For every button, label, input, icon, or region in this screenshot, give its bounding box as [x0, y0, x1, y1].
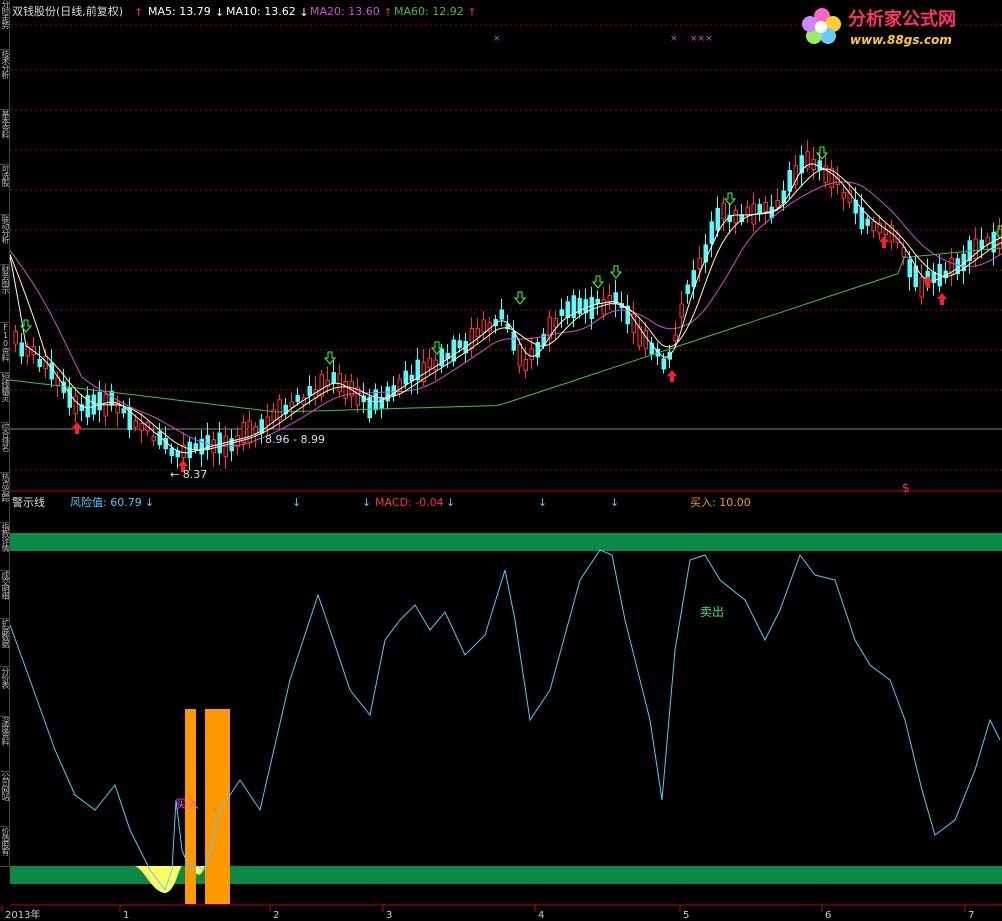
arrow-down-icon: ↓ [362, 496, 371, 509]
arrow-icon: ↓ [299, 6, 308, 19]
side-tab[interactable]: 技术分析 [0, 50, 10, 110]
side-tab[interactable]: 扩展数据 [0, 619, 10, 667]
arrow-up-icon [72, 422, 82, 434]
arrow-up-icon [667, 370, 677, 382]
signal-title: 警示线 [12, 495, 45, 509]
side-tab[interactable]: 深度资料 [0, 717, 10, 772]
logo-url: www.88gs.com [850, 33, 952, 47]
side-tab[interactable]: 基本资料 [0, 110, 10, 165]
date-axis: 2013年 1 2 3 4 5 6 7 [1, 905, 974, 921]
date-tick: 4 [538, 910, 544, 921]
side-tab[interactable]: F10资料 [0, 323, 10, 373]
date-tick: 3 [386, 910, 392, 921]
side-tab[interactable]: 成交明细 [0, 571, 10, 619]
date-tick: 1 [123, 910, 129, 921]
ma60-line [9, 247, 1001, 413]
ma20-line [9, 181, 1002, 447]
x-mark: × [493, 34, 501, 44]
arrow-down-icon: ↓ [292, 496, 301, 509]
arrow-down-icon: ↓ [610, 496, 619, 509]
signal-arrows: ↓ ↓ ↓ ↓ ↓ [292, 496, 619, 509]
side-tab[interactable]: 价值股有 [0, 827, 10, 867]
indicator-label: MA10: 13.62 [226, 5, 296, 18]
indicator-label: MA60: 12.92 [394, 5, 464, 18]
x-mark: ××× [690, 34, 713, 44]
date-tick: 2013年 [5, 908, 40, 921]
arrow-up-icon [937, 293, 947, 305]
date-tick: 7 [968, 910, 974, 921]
upper-band [10, 533, 1002, 551]
arrow-down-icon: ↓ [145, 496, 154, 509]
flower-icon [802, 8, 841, 44]
site-logo: 分析家公式网 www.88gs.com [802, 8, 956, 47]
sell-text: 卖出 [700, 605, 724, 619]
side-tab[interactable]: 短线精灵 [0, 373, 10, 423]
buy-header: 买入: 10.00 [690, 496, 751, 509]
ma5-line [9, 163, 1002, 454]
arrow-up-icon [879, 236, 889, 248]
side-tab[interactable]: 指数详情 [0, 523, 10, 571]
arrow-down-icon [19, 319, 33, 333]
date-tick: 2 [273, 910, 279, 921]
side-tab[interactable]: 热点追踪 [0, 473, 10, 523]
arrow-icon: ↑ [467, 6, 476, 19]
low-price-label: ← 8.37 [170, 468, 207, 481]
indicator-legend: ↑ MA5: 13.79 ↓ MA10: 13.62 ↓ MA20: 13.60 ↑ MA60… [134, 5, 477, 19]
arrow-icon: ↑ [383, 6, 392, 19]
macd-label: MACD: -0.04 [375, 496, 444, 509]
arrow-down-icon [513, 291, 527, 305]
indicator-label: MA20: 13.60 [310, 5, 380, 18]
side-tab[interactable]: 财务图示 [0, 265, 10, 323]
chart-canvas[interactable]: 双钱股份(日线,前复权) ↑ MA5: 13.79 ↓ MA10: 13.62 ↓ MA2… [0, 0, 1002, 921]
side-tab[interactable]: 分时走势 [0, 0, 10, 50]
risk-label: 风险值: 60.79 [70, 495, 142, 509]
indicator-label: MA5: 13.79 [148, 5, 211, 18]
arrow-down-icon: ↓ [538, 496, 547, 509]
svg-text:↑: ↑ [134, 6, 143, 19]
range-label: 8.96 - 8.99 [265, 433, 325, 446]
side-tab[interactable]: 分价表 [0, 667, 10, 717]
buy-text: 买入 [175, 797, 199, 811]
date-tick: 6 [825, 910, 831, 921]
dollar-mark: $ [902, 481, 910, 495]
arrow-down-icon: ↓ [446, 496, 455, 509]
arrow-down-icon [591, 275, 605, 289]
logo-title: 分析家公式网 [848, 8, 956, 30]
signal-line [9, 549, 1001, 892]
date-tick: 5 [683, 910, 689, 921]
arrow-icon: ↓ [215, 6, 224, 19]
stock-title: 双钱股份(日线,前复权) [12, 4, 123, 18]
x-mark: × [670, 34, 678, 44]
side-tab[interactable]: 联动分析 [0, 215, 10, 265]
arrow-down-icon [609, 265, 623, 279]
side-tab[interactable]: 可选股 [0, 165, 10, 215]
buy-bar [205, 709, 230, 904]
side-tab[interactable]: 公司网站 [0, 772, 10, 827]
side-tab[interactable]: 综合排名 [0, 423, 10, 473]
